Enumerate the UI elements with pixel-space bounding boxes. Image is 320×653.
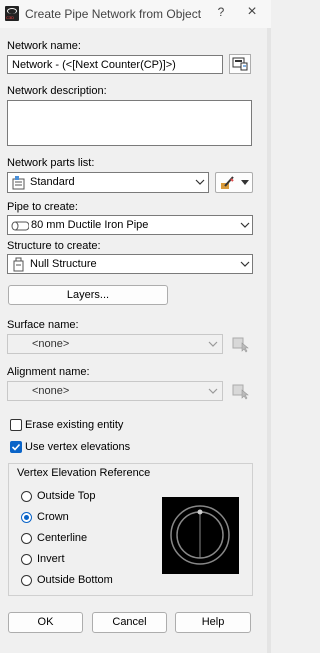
alignment-select[interactable]: <none>: [7, 381, 223, 401]
radio-label-crown: Crown: [37, 511, 69, 523]
radio-label-invert: Invert: [37, 553, 65, 565]
title-help-button[interactable]: ?: [213, 5, 229, 21]
structure-icon: [13, 257, 24, 272]
surface-select[interactable]: <none>: [7, 334, 223, 354]
name-template-icon: [232, 57, 248, 71]
ok-button[interactable]: OK: [8, 612, 83, 633]
chevron-down-icon: [240, 261, 250, 267]
radio-outside-top[interactable]: [21, 491, 32, 502]
pipe-label: Pipe to create:: [7, 201, 78, 213]
app-icon-text: C3D: [6, 15, 15, 20]
radio-centerline[interactable]: [21, 533, 32, 544]
pipe-crown-diagram-icon: [170, 505, 230, 565]
chevron-down-icon: [195, 179, 205, 185]
use-vertex-elevations-checkbox[interactable]: [10, 441, 22, 453]
layers-button[interactable]: Layers...: [8, 285, 168, 305]
window-title: Create Pipe Network from Object: [25, 7, 202, 21]
name-template-button[interactable]: [229, 54, 251, 74]
parts-list-icon: [12, 176, 25, 190]
checkmark-icon: [11, 443, 21, 451]
chevron-down-icon: [240, 222, 250, 228]
alignment-pick-icon[interactable]: [231, 382, 251, 400]
radio-label-centerline: Centerline: [37, 532, 88, 544]
pipe-icon: [11, 221, 29, 231]
vertex-elevation-group-title: Vertex Elevation Reference: [17, 467, 151, 479]
radio-label-outside-top: Outside Top: [37, 490, 96, 502]
scrollbar[interactable]: [267, 28, 271, 653]
parts-list-select[interactable]: Standard: [7, 172, 209, 193]
chevron-down-icon: [208, 341, 218, 347]
chevron-down-icon: [241, 180, 249, 185]
network-name-value: Network - (<[Next Counter(CP)]>): [12, 59, 176, 71]
network-name-field[interactable]: Network - (<[Next Counter(CP)]>): [7, 55, 223, 74]
network-description-label: Network description:: [7, 85, 107, 97]
structure-value: Null Structure: [30, 258, 97, 270]
use-vertex-elevations-label: Use vertex elevations: [25, 441, 131, 453]
surface-value: <none>: [32, 338, 70, 350]
surface-name-label: Surface name:: [7, 319, 79, 331]
civil3d-app-icon: C3D: [5, 6, 19, 21]
close-button[interactable]: ×: [244, 4, 260, 20]
pipe-value: 80 mm Ductile Iron Pipe: [31, 219, 149, 231]
alignment-name-label: Alignment name:: [7, 366, 90, 378]
surface-pick-icon[interactable]: [231, 335, 251, 353]
parts-list-label: Network parts list:: [7, 157, 95, 169]
erase-existing-label: Erase existing entity: [25, 419, 124, 431]
structure-label: Structure to create:: [7, 240, 101, 252]
alignment-value: <none>: [32, 385, 70, 397]
vertex-reference-preview: [162, 497, 239, 574]
network-name-label: Network name:: [7, 40, 81, 52]
network-description-field[interactable]: [7, 100, 252, 146]
help-button[interactable]: Help: [175, 612, 251, 633]
pipe-select[interactable]: 80 mm Ductile Iron Pipe: [7, 215, 253, 235]
radio-crown[interactable]: [21, 512, 32, 523]
parts-list-value: Standard: [30, 176, 75, 188]
radio-invert[interactable]: [21, 554, 32, 565]
parts-list-edit-button[interactable]: [215, 172, 253, 193]
chevron-down-icon: [208, 388, 218, 394]
radio-label-outside-bottom: Outside Bottom: [37, 574, 113, 586]
erase-existing-checkbox[interactable]: [10, 419, 22, 431]
edit-parts-list-icon: [221, 176, 234, 189]
radio-outside-bottom[interactable]: [21, 575, 32, 586]
cancel-button[interactable]: Cancel: [92, 612, 167, 633]
structure-select[interactable]: Null Structure: [7, 254, 253, 274]
